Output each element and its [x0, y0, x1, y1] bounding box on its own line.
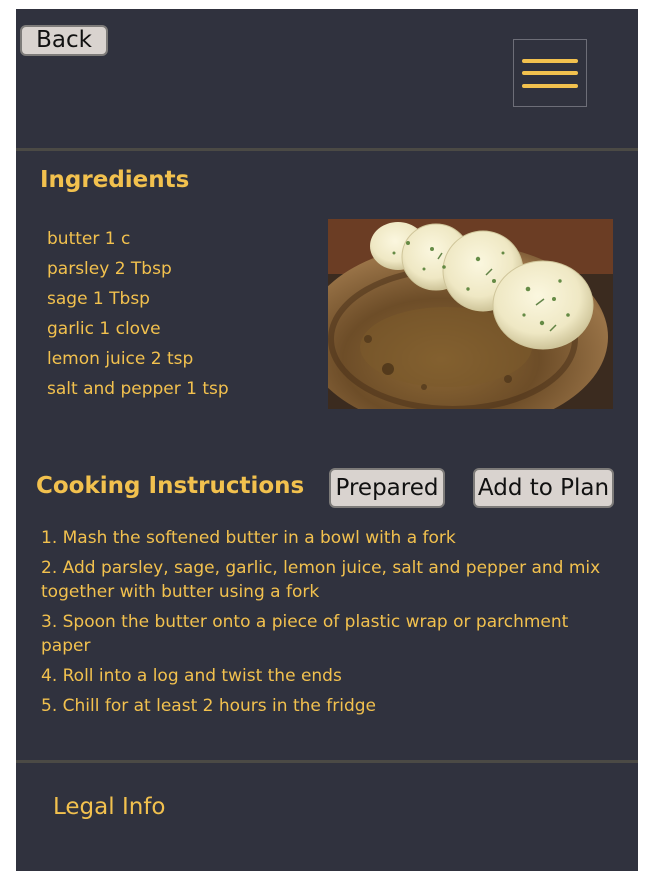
instruction-step: 4. Roll into a log and twist the ends [41, 666, 342, 686]
ingredient-item: parsley 2 Tbsp [47, 259, 172, 279]
recipe-photo [328, 219, 613, 409]
instruction-step: 1. Mash the softened butter in a bowl wi… [41, 528, 456, 548]
instruction-step: 3. Spoon the butter onto a piece of plas… [41, 612, 569, 656]
legal-info-link[interactable]: Legal Info [53, 796, 165, 819]
instruction-step: 5. Chill for at least 2 hours in the fri… [41, 696, 376, 716]
ingredients-title: Ingredients [40, 167, 190, 193]
ingredient-item: garlic 1 clove [47, 319, 161, 339]
instruction-list: 1. Mash the softened butter in a bowl wi… [41, 526, 601, 724]
instruction-step: 2. Add parsley, sage, garlic, lemon juic… [41, 558, 601, 602]
ingredient-item: salt and pepper 1 tsp [47, 379, 229, 399]
back-button[interactable]: Back [20, 25, 108, 56]
ingredient-item: lemon juice 2 tsp [47, 349, 194, 369]
ingredient-list: butter 1 c parsley 2 Tbsp sage 1 Tbsp ga… [47, 224, 229, 404]
cooking-instructions-title: Cooking Instructions [36, 473, 305, 499]
add-to-plan-button[interactable]: Add to Plan [473, 468, 614, 508]
footer-divider [16, 760, 638, 763]
prepared-button[interactable]: Prepared [329, 468, 445, 508]
menu-button[interactable] [513, 39, 587, 107]
ingredient-item: sage 1 Tbsp [47, 289, 150, 309]
recipe-screen: Back Ingredients butter 1 c parsley 2 Tb… [16, 9, 638, 871]
header-divider [16, 148, 638, 151]
ingredient-item: butter 1 c [47, 229, 131, 249]
